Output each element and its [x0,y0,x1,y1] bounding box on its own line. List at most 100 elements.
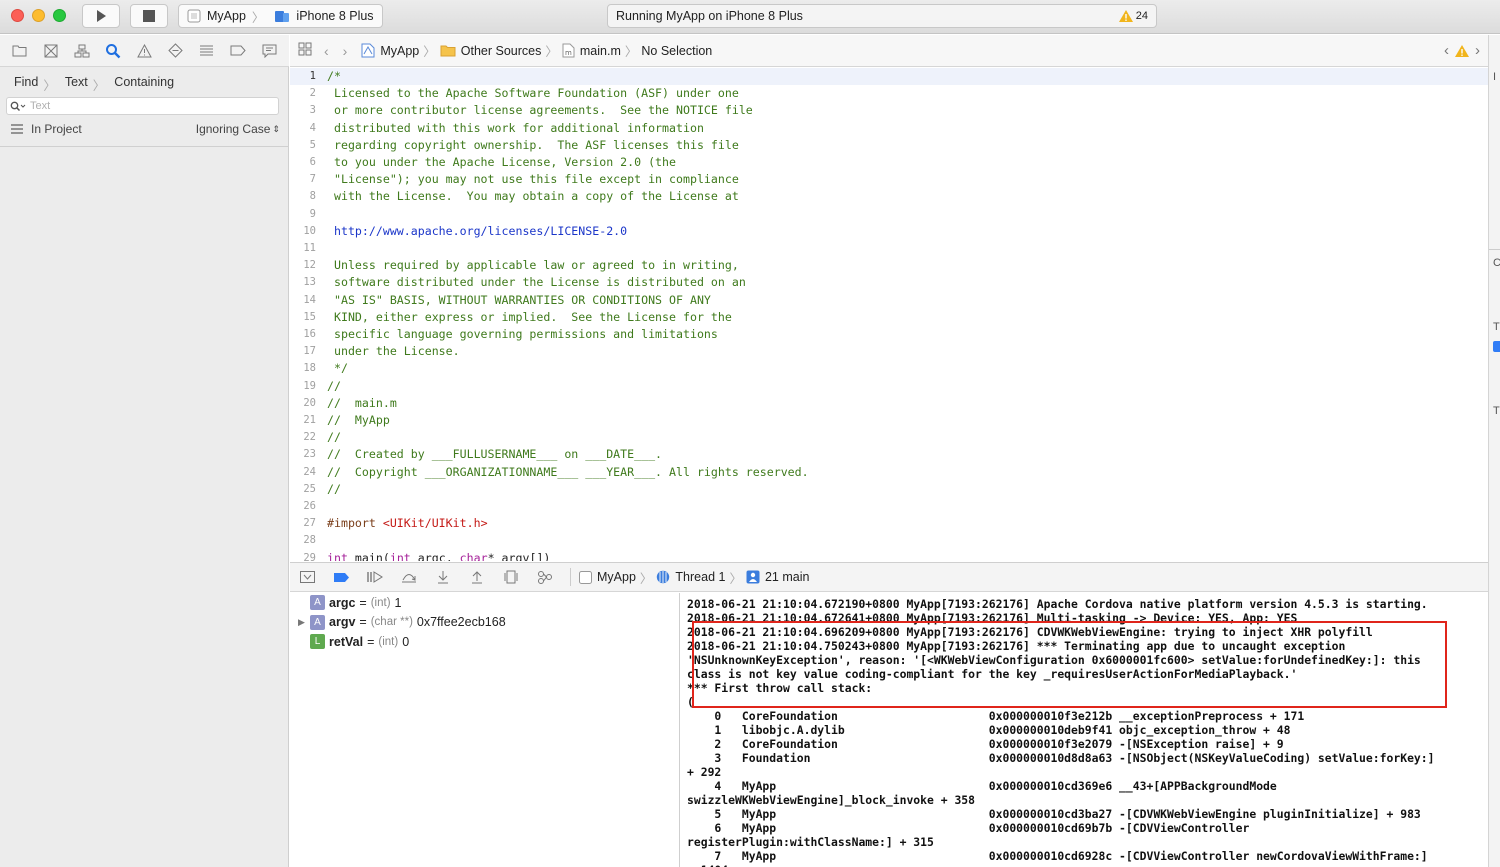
code-line[interactable]: 19 // [290,378,1488,395]
disclosure-triangle-icon[interactable]: ▶ [298,617,306,628]
jump-item-symbol[interactable]: No Selection [641,44,712,58]
argument-variable-icon: A [310,614,325,630]
symbol-hierarchy-icon[interactable] [73,42,91,60]
variable-name: argc [329,595,356,610]
step-into-icon[interactable] [426,570,460,584]
variable-row[interactable]: Aargc = (int) 1 [298,595,401,610]
checkbox-checked-icon[interactable] [1493,341,1500,352]
debug-frame-selector[interactable]: 21 main [746,570,809,584]
code-line[interactable]: 6 to you under the Apache License, Versi… [290,154,1488,171]
code-line[interactable]: 24 // Copyright ___ORGANIZATIONNAME___ __… [290,464,1488,481]
view-hierarchy-icon[interactable] [494,570,528,584]
related-items-icon[interactable] [298,42,312,59]
jump-item-file[interactable]: m main.m [562,43,621,58]
find-scope-label[interactable]: In Project [31,122,82,136]
debug-process-selector[interactable]: MyApp [579,570,636,584]
stop-icon [143,10,155,22]
stop-button[interactable] [130,4,168,28]
code-line[interactable]: 26 [290,498,1488,515]
variable-row[interactable]: ▶ Aargv = (char **) 0x7ffee2ecb168 [298,614,506,630]
case-matching-selector[interactable]: Ignoring Case [196,122,271,136]
code-line[interactable]: 20 // main.m [290,395,1488,412]
code-line[interactable]: 29 int main(int argc, char* argv[]) [290,550,1488,561]
code-text: http://www.apache.org/licenses/LICENSE-2… [327,223,628,238]
code-line[interactable]: 11 [290,240,1488,257]
source-control-icon[interactable] [42,42,60,60]
jump-item-group[interactable]: Other Sources [440,44,541,58]
minimize-window-button[interactable] [32,9,45,22]
debug-thread-selector[interactable]: Thread 1 [656,570,725,584]
code-line[interactable]: 2 Licensed to the Apache Software Founda… [290,85,1488,102]
scheme-selector[interactable]: MyApp 〉 iPhone 8 Plus [178,4,383,28]
code-line[interactable]: 10 http://www.apache.org/licenses/LICENS… [290,223,1488,240]
find-navigator: Find 〉 Text 〉 Containing Text In Project… [0,67,289,867]
chevron-right-icon: 〉 [545,45,558,59]
navigator-selector-bar [0,35,289,67]
breakpoints-toggle-icon[interactable] [324,572,358,583]
console-line: 4 MyApp 0x000000010cd369e6 __43+[APPBack… [687,779,1277,793]
search-icon[interactable] [104,42,122,60]
find-match-option[interactable]: Containing [114,75,174,94]
variable-value: 1 [394,595,402,610]
code-line[interactable]: 18 */ [290,360,1488,377]
forward-arrow-icon[interactable]: › [343,43,348,59]
back-arrow-icon[interactable]: ‹ [324,43,329,59]
test-diamond-icon[interactable] [167,42,185,60]
zoom-window-button[interactable] [53,9,66,22]
step-out-icon[interactable] [460,570,494,584]
code-line[interactable]: 3 or more contributor license agreements… [290,102,1488,119]
code-text: // Copyright ___ORGANIZATIONNAME___ ___Y… [327,464,809,479]
line-number: 16 [303,328,316,340]
folder-icon[interactable] [11,42,29,60]
continue-icon[interactable] [358,571,392,583]
step-over-icon[interactable] [392,571,426,583]
code-line[interactable]: 13 software distributed under the Licens… [290,274,1488,291]
code-text: specific language governing permissions … [327,327,718,341]
variable-row[interactable]: LretVal = (int) 0 [298,634,409,649]
jump-item-project[interactable]: MyApp [361,43,419,58]
warning-count: 24 [1135,10,1148,22]
code-line[interactable]: 23 // Created by ___FULLUSERNAME___ on __… [290,446,1488,463]
code-line[interactable]: 8 with the License. You may obtain a cop… [290,188,1488,205]
code-line[interactable]: 22 // [290,429,1488,446]
line-number: 6 [309,156,316,168]
hide-debug-area-icon[interactable] [290,571,324,583]
debug-thread-label: Thread 1 [675,570,726,584]
find-type-option[interactable]: Text [65,75,88,94]
code-line[interactable]: 27 #import <UIKit/UIKit.h> [290,515,1488,532]
code-line[interactable]: 16 specific language governing permissio… [290,326,1488,343]
memory-graph-icon[interactable] [528,570,562,584]
code-line[interactable]: 21 // MyApp [290,412,1488,429]
previous-issue-icon[interactable]: ‹ [1444,42,1449,59]
code-line[interactable]: 5 regarding copyright ownership. The ASF… [290,137,1488,154]
code-line[interactable]: 9 [290,206,1488,223]
inspector-glyph: C [1493,257,1500,269]
code-line[interactable]: 1 /* [290,68,1488,86]
activity-viewer: Running MyApp on iPhone 8 Plus 24 [607,4,1157,28]
breakpoint-icon[interactable] [229,42,247,60]
close-window-button[interactable] [11,9,24,22]
line-number: 4 [309,121,316,134]
line-number: 19 [303,379,316,392]
console-line: 1 libobjc.A.dylib 0x000000010deb9f41 obj… [687,723,1291,737]
find-search-field[interactable]: Text [6,97,279,115]
find-mode-option[interactable]: Find [14,75,38,94]
code-line[interactable]: 12 Unless required by applicable law or … [290,257,1488,274]
code-line[interactable]: 25 // [290,481,1488,498]
source-editor[interactable]: 1 /* 2 Licensed to the Apache Software Fou… [290,68,1488,561]
warnings-indicator[interactable]: 24 [1118,10,1148,22]
code-line[interactable]: 28 [290,532,1488,549]
next-issue-icon[interactable]: › [1475,42,1480,59]
run-button[interactable] [82,4,120,28]
code-line[interactable]: 7 "License"); you may not use this file … [290,171,1488,188]
report-bubble-icon[interactable] [260,42,278,60]
code-line[interactable]: 15 KIND, either express or implied. See … [290,309,1488,326]
code-line[interactable]: 14 "AS IS" BASIS, WITHOUT WARRANTIES OR … [290,292,1488,309]
issue-warning-icon[interactable] [135,42,153,60]
code-line[interactable]: 17 under the License. [290,343,1488,360]
code-line[interactable]: 4 distributed with this work for additio… [290,120,1488,137]
divider [0,146,289,147]
debug-list-icon[interactable] [198,42,216,60]
jump-item-project-label: MyApp [380,43,420,58]
warning-icon[interactable] [1455,44,1469,57]
